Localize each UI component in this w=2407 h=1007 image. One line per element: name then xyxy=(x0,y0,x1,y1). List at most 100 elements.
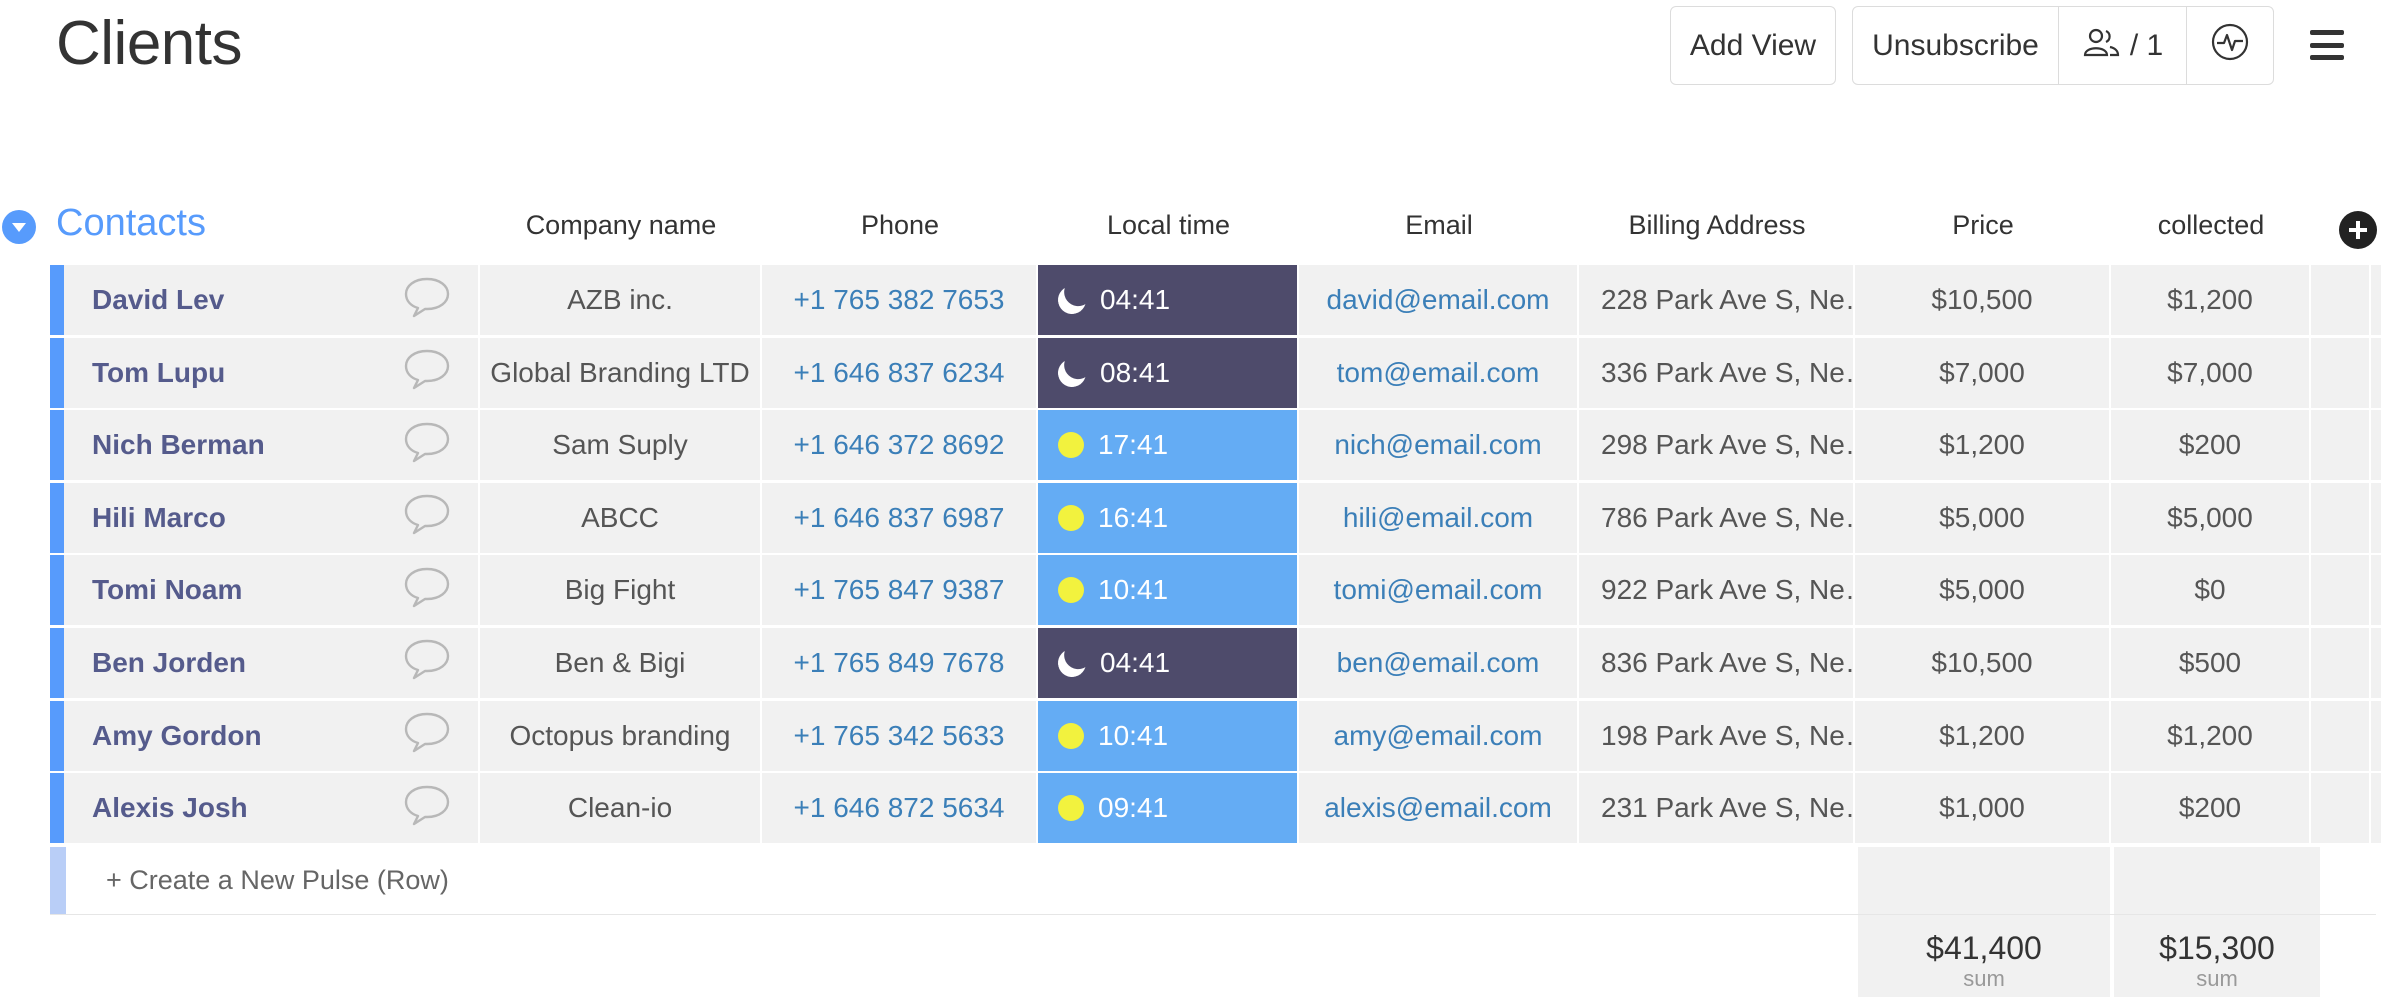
local-time-cell[interactable]: 17:41 xyxy=(1038,410,1297,481)
pulse-name[interactable]: Alexis Josh xyxy=(92,792,248,824)
company-cell[interactable]: Big Fight xyxy=(480,555,760,626)
column-header-email[interactable]: Email xyxy=(1300,210,1578,241)
price-cell[interactable]: $1,000 xyxy=(1855,773,2109,844)
email-cell[interactable]: amy@email.com xyxy=(1299,700,1577,771)
comment-icon[interactable] xyxy=(402,565,452,616)
pulse-name-cell[interactable]: Nich Berman xyxy=(64,410,478,481)
collected-cell[interactable]: $0 xyxy=(2111,555,2309,626)
company-cell[interactable]: Sam Suply xyxy=(480,410,760,481)
email-cell[interactable]: alexis@email.com xyxy=(1299,773,1577,844)
pulse-name-cell[interactable]: Amy Gordon xyxy=(64,700,478,771)
local-time-cell[interactable]: 10:41 xyxy=(1038,555,1297,626)
table-row[interactable]: Tom Lupu Global Branding LTD +1 646 837 62… xyxy=(50,337,2390,408)
create-new-pulse-row[interactable]: + Create a New Pulse (Row) xyxy=(50,847,2376,915)
phone-cell[interactable]: +1 646 872 5634 xyxy=(762,773,1036,844)
collected-cell[interactable]: $500 xyxy=(2111,627,2309,698)
company-cell[interactable]: AZB inc. xyxy=(480,265,760,335)
email-cell[interactable]: ben@email.com xyxy=(1299,627,1577,698)
table-row[interactable]: Ben Jorden Ben & Bigi +1 765 849 7678 04:41… xyxy=(50,627,2390,698)
billing-address-cell[interactable]: 198 Park Ave S, Ne… xyxy=(1579,700,1853,771)
column-header-local-time[interactable]: Local time xyxy=(1039,210,1298,241)
billing-address-cell[interactable]: 786 Park Ave S, Ne… xyxy=(1579,482,1853,553)
activity-button[interactable] xyxy=(2187,7,2273,84)
phone-cell[interactable]: +1 765 382 7653 xyxy=(762,265,1036,335)
pulse-name-cell[interactable]: Ben Jorden xyxy=(64,627,478,698)
group-title[interactable]: Contacts xyxy=(56,202,206,245)
collected-cell[interactable]: $1,200 xyxy=(2111,265,2309,335)
comment-icon[interactable] xyxy=(402,783,452,834)
table-row[interactable]: David Lev AZB inc. +1 765 382 7653 04:41 dav… xyxy=(50,265,2390,335)
comment-icon[interactable] xyxy=(402,492,452,543)
collected-cell[interactable]: $200 xyxy=(2111,773,2309,844)
pulse-name[interactable]: Amy Gordon xyxy=(92,720,262,752)
column-header-phone[interactable]: Phone xyxy=(763,210,1037,241)
local-time-cell[interactable]: 08:41 xyxy=(1038,337,1297,408)
unsubscribe-button[interactable]: Unsubscribe xyxy=(1853,7,2059,84)
pulse-name-cell[interactable]: Alexis Josh xyxy=(64,773,478,844)
collected-cell[interactable]: $200 xyxy=(2111,410,2309,481)
collected-cell[interactable]: $5,000 xyxy=(2111,482,2309,553)
pulse-name[interactable]: Ben Jorden xyxy=(92,647,246,679)
company-cell[interactable]: Ben & Bigi xyxy=(480,627,760,698)
email-cell[interactable]: david@email.com xyxy=(1299,265,1577,335)
menu-icon[interactable] xyxy=(2310,30,2344,60)
pulse-name[interactable]: David Lev xyxy=(92,284,224,316)
table-row[interactable]: Alexis Josh Clean-io +1 646 872 5634 09:41 a… xyxy=(50,773,2390,844)
collected-cell[interactable]: $7,000 xyxy=(2111,337,2309,408)
billing-address-cell[interactable]: 336 Park Ave S, Ne… xyxy=(1579,337,1853,408)
local-time-cell[interactable]: 16:41 xyxy=(1038,482,1297,553)
comment-icon[interactable] xyxy=(402,275,452,326)
price-cell[interactable]: $10,500 xyxy=(1855,627,2109,698)
company-cell[interactable]: Clean-io xyxy=(480,773,760,844)
price-cell[interactable]: $1,200 xyxy=(1855,410,2109,481)
billing-address-cell[interactable]: 231 Park Ave S, Ne… xyxy=(1579,773,1853,844)
column-header-price[interactable]: Price xyxy=(1856,210,2110,241)
phone-cell[interactable]: +1 765 342 5633 xyxy=(762,700,1036,771)
billing-address-cell[interactable]: 298 Park Ave S, Ne… xyxy=(1579,410,1853,481)
phone-cell[interactable]: +1 646 837 6987 xyxy=(762,482,1036,553)
billing-address-cell[interactable]: 836 Park Ave S, Ne… xyxy=(1579,627,1853,698)
group-collapse-toggle[interactable] xyxy=(2,210,36,244)
price-cell[interactable]: $5,000 xyxy=(1855,555,2109,626)
pulse-name[interactable]: Nich Berman xyxy=(92,429,265,461)
email-cell[interactable]: nich@email.com xyxy=(1299,410,1577,481)
column-header-billing-address[interactable]: Billing Address xyxy=(1580,210,1854,241)
pulse-name-cell[interactable]: David Lev xyxy=(64,265,478,335)
local-time-cell[interactable]: 04:41 xyxy=(1038,265,1297,335)
comment-icon[interactable] xyxy=(402,420,452,471)
pulse-name-cell[interactable]: Tomi Noam xyxy=(64,555,478,626)
table-row[interactable]: Tomi Noam Big Fight +1 765 847 9387 10:41 to… xyxy=(50,555,2390,626)
local-time-cell[interactable]: 04:41 xyxy=(1038,627,1297,698)
pulse-name[interactable]: Tom Lupu xyxy=(92,357,225,389)
phone-cell[interactable]: +1 646 837 6234 xyxy=(762,337,1036,408)
email-cell[interactable]: hili@email.com xyxy=(1299,482,1577,553)
email-cell[interactable]: tom@email.com xyxy=(1299,337,1577,408)
column-header-company[interactable]: Company name xyxy=(481,210,761,241)
comment-icon[interactable] xyxy=(402,347,452,398)
pulse-name[interactable]: Tomi Noam xyxy=(92,574,242,606)
subscribers-button[interactable]: / 1 xyxy=(2059,7,2187,84)
table-row[interactable]: Amy Gordon Octopus branding +1 765 342 563… xyxy=(50,700,2390,771)
column-header-collected[interactable]: collected xyxy=(2112,210,2310,241)
add-view-button[interactable]: Add View xyxy=(1670,6,1836,85)
table-row[interactable]: Hili Marco ABCC +1 646 837 6987 16:41 hili@e… xyxy=(50,482,2390,553)
pulse-name-cell[interactable]: Hili Marco xyxy=(64,482,478,553)
phone-cell[interactable]: +1 646 372 8692 xyxy=(762,410,1036,481)
billing-address-cell[interactable]: 228 Park Ave S, Ne… xyxy=(1579,265,1853,335)
pulse-name[interactable]: Hili Marco xyxy=(92,502,226,534)
email-cell[interactable]: tomi@email.com xyxy=(1299,555,1577,626)
price-cell[interactable]: $5,000 xyxy=(1855,482,2109,553)
create-new-pulse-label[interactable]: + Create a New Pulse (Row) xyxy=(66,847,449,914)
add-column-button[interactable] xyxy=(2339,211,2377,249)
company-cell[interactable]: Global Branding LTD xyxy=(480,337,760,408)
price-cell[interactable]: $10,500 xyxy=(1855,265,2109,335)
comment-icon[interactable] xyxy=(402,637,452,688)
pulse-name-cell[interactable]: Tom Lupu xyxy=(64,337,478,408)
phone-cell[interactable]: +1 765 849 7678 xyxy=(762,627,1036,698)
phone-cell[interactable]: +1 765 847 9387 xyxy=(762,555,1036,626)
comment-icon[interactable] xyxy=(402,710,452,761)
local-time-cell[interactable]: 09:41 xyxy=(1038,773,1297,844)
table-row[interactable]: Nich Berman Sam Suply +1 646 372 8692 17:41… xyxy=(50,410,2390,481)
price-cell[interactable]: $1,200 xyxy=(1855,700,2109,771)
billing-address-cell[interactable]: 922 Park Ave S, Ne… xyxy=(1579,555,1853,626)
